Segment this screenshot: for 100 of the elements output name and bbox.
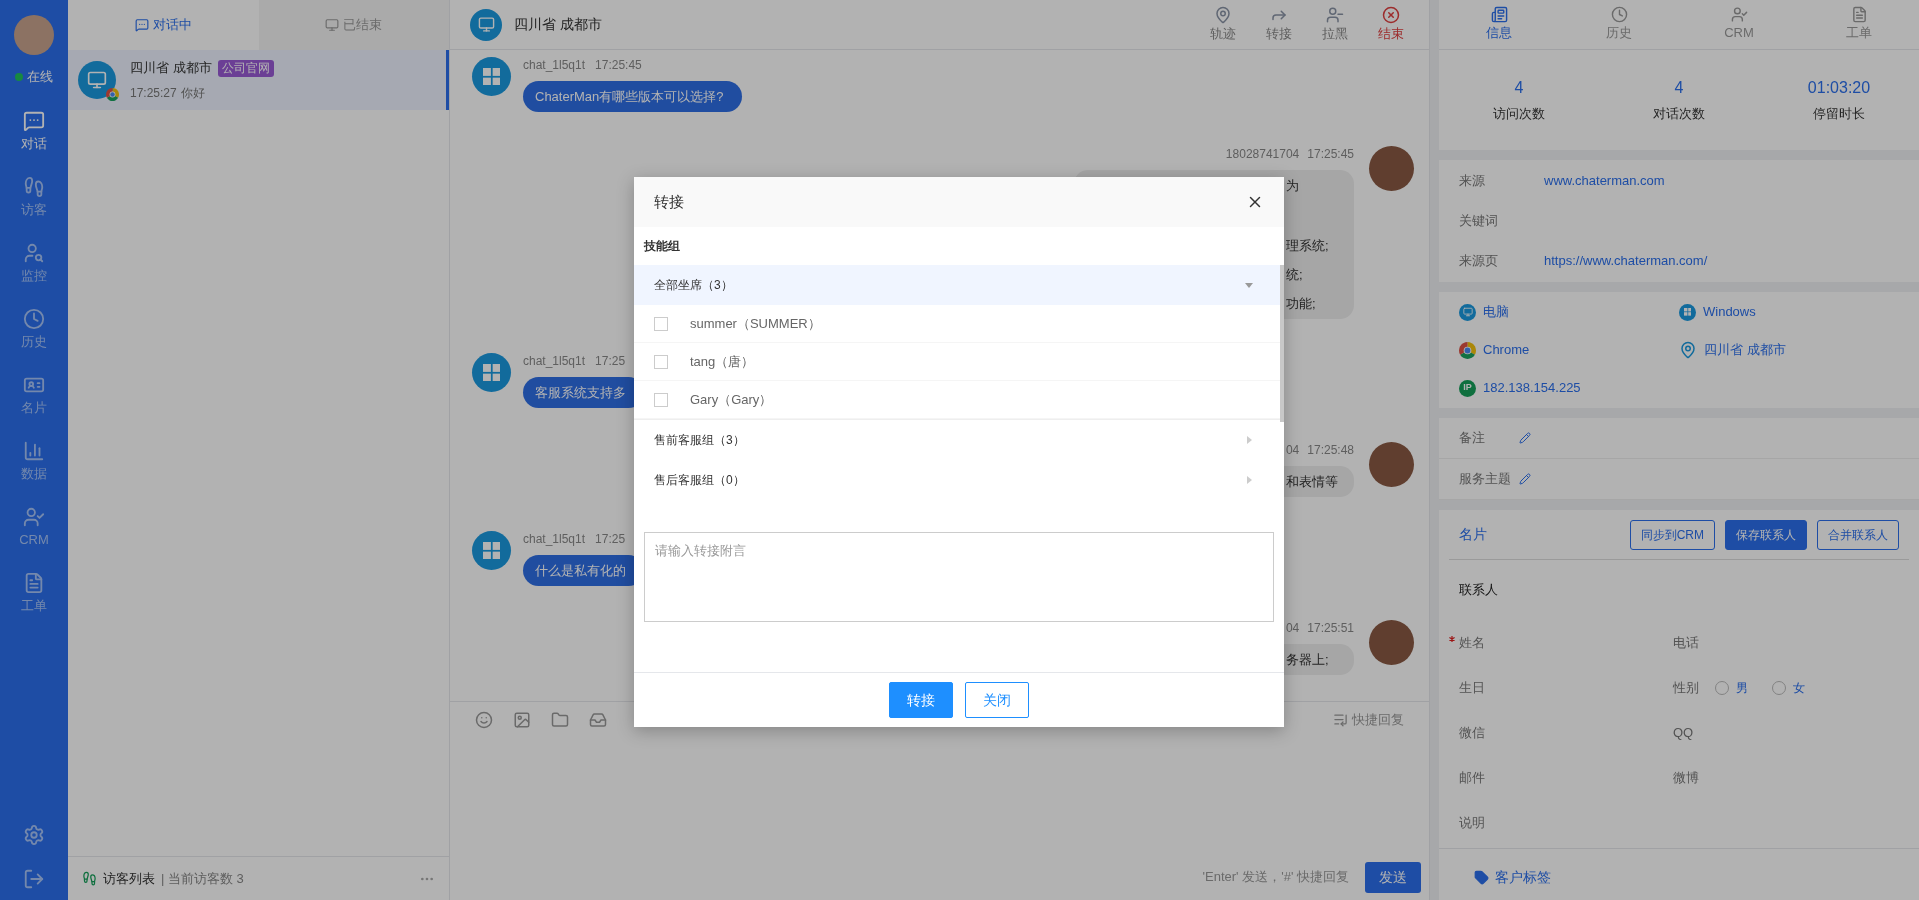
toolbar-button[interactable]: 拉黑 (1307, 5, 1363, 44)
customer-tags-link[interactable]: 客户标签 (1474, 867, 1551, 888)
field-label: 邮件 (1459, 768, 1485, 787)
toolbar-button[interactable]: 结束 (1363, 5, 1419, 44)
nav-item[interactable]: 监控 (0, 230, 68, 297)
tag-icon (1474, 870, 1489, 885)
dialog-button[interactable]: 转接 (889, 682, 953, 718)
caret-down-icon (1244, 280, 1254, 290)
quick-reply-button[interactable]: 快捷回复 (1333, 709, 1404, 730)
tab[interactable]: 工单 (1799, 0, 1919, 49)
nav-item[interactable]: 名片 (0, 362, 68, 429)
nav-item[interactable]: 历史 (0, 296, 68, 363)
field-label: 备注 (1459, 429, 1486, 448)
visitor-list-label[interactable]: 访客列表 (103, 868, 155, 889)
bar-chart-icon (23, 439, 45, 462)
send-button[interactable]: 发送 (1365, 862, 1421, 893)
device-info: Chrome (1483, 341, 1530, 360)
field-label: 来源页 (1459, 252, 1499, 271)
message-time: 17:25:45 (1307, 146, 1354, 162)
source-link[interactable]: www.chaterman.com (1544, 171, 1665, 191)
sender-name: 04 (1285, 442, 1300, 458)
message-time: 17:25 (595, 531, 626, 547)
device-info: Windows (1703, 303, 1756, 322)
section-title: 技能组 (644, 238, 680, 255)
emoji-icon[interactable] (475, 710, 493, 729)
tab[interactable]: 历史 (1559, 0, 1679, 49)
field-label: 关键词 (1459, 212, 1499, 231)
caret-right-icon (1244, 475, 1254, 485)
message-time: 17:25 (595, 353, 626, 369)
nav-item[interactable]: 数据 (0, 428, 68, 495)
nav-item[interactable]: 对话 (0, 98, 68, 165)
card-button[interactable]: 合并联系人 (1817, 519, 1899, 550)
field-label: 说明 (1459, 813, 1485, 832)
chat-title: 四川省 成都市 (514, 15, 602, 34)
required-mark-icon (1449, 636, 1455, 642)
folder-icon[interactable] (551, 710, 569, 729)
sender-name: chat_1l5q1t (523, 353, 586, 369)
clock-icon (1610, 6, 1628, 24)
source-link[interactable]: https://www.chaterman.com/ (1544, 251, 1708, 271)
device-info: 182.138.154.225 (1483, 379, 1581, 398)
card-button[interactable]: 同步到CRM (1629, 519, 1715, 550)
field-label: 姓名 (1459, 633, 1485, 652)
footprint-icon (82, 871, 97, 886)
message-time: 17:25:45 (595, 57, 642, 73)
radio-option[interactable]: 女 (1772, 678, 1805, 697)
section-title: 联系人 (1459, 581, 1498, 600)
windows-logo-icon (472, 353, 511, 392)
message-time: 17:25:48 (1307, 442, 1354, 458)
monitor-avatar-icon (470, 8, 502, 41)
nav-item[interactable]: 访客 (0, 164, 68, 231)
nav-item[interactable]: CRM (0, 494, 68, 561)
card-button[interactable]: 保存联系人 (1725, 519, 1807, 550)
windows-logo-icon (472, 57, 511, 96)
document-icon (23, 571, 45, 594)
field-label: 性别 (1673, 678, 1699, 697)
field-label: 微博 (1673, 768, 1699, 787)
toolbar-button[interactable]: 轨迹 (1195, 5, 1251, 44)
image-icon[interactable] (513, 710, 531, 729)
monitor-icon (1459, 303, 1476, 321)
sender-name: chat_1l5q1t (523, 57, 586, 73)
monitor-avatar-icon (78, 61, 116, 99)
visitor-count: | 当前访客数 3 (161, 869, 244, 888)
tab[interactable]: 已结束 (258, 0, 449, 50)
edit-icon[interactable] (1519, 473, 1531, 485)
caret-right-icon (1244, 435, 1254, 445)
message-time: 17:25:27 (130, 84, 177, 102)
inbox-icon[interactable] (589, 710, 607, 729)
toolbar-button[interactable]: 转接 (1251, 5, 1307, 44)
sender-name: 18028741704 (1225, 146, 1300, 162)
avatar-placeholder (1369, 442, 1414, 487)
chat-bubble-icon (134, 18, 149, 32)
ip-badge: IP (1459, 379, 1476, 397)
settings-icon[interactable] (23, 824, 45, 846)
browser-logo-icon (106, 88, 119, 101)
dialog-title: 转接 (654, 191, 684, 212)
group-row[interactable]: 售前客服组（3） (634, 420, 1284, 460)
tab[interactable]: CRM (1679, 0, 1799, 49)
stat-value: 4 (1514, 78, 1524, 99)
logout-icon[interactable] (23, 868, 45, 890)
quick-reply-icon (1333, 712, 1348, 727)
tab[interactable]: 信息 (1439, 0, 1559, 49)
radio-option[interactable]: 男 (1715, 678, 1748, 697)
map-pin-icon (1214, 5, 1232, 24)
message-time: 17:25:51 (1307, 620, 1354, 636)
browser-logo-icon (1459, 341, 1476, 359)
sender-name: 04 (1285, 620, 1300, 636)
field-label: QQ (1673, 723, 1694, 742)
note-field[interactable]: 请输入转接附言 (644, 532, 1274, 622)
device-info: 四川省 成都市 (1704, 341, 1786, 360)
conversation-item[interactable]: 四川省 成都市 公司官网 17:25:27 你好 (68, 50, 449, 110)
monitor-icon (325, 18, 340, 32)
nav-item[interactable]: 工单 (0, 560, 68, 627)
group-row[interactable]: 售后客服组（0） (634, 460, 1284, 500)
edit-icon[interactable] (1519, 432, 1531, 444)
avatar-placeholder (1369, 620, 1414, 665)
sender-name: chat_1l5q1t (523, 531, 586, 547)
stat-label: 访问次数 (1493, 105, 1545, 124)
visitor-location: 四川省 成都市 (130, 59, 212, 78)
field-label: 电话 (1673, 633, 1699, 652)
dialog-button[interactable]: 关闭 (965, 682, 1029, 718)
